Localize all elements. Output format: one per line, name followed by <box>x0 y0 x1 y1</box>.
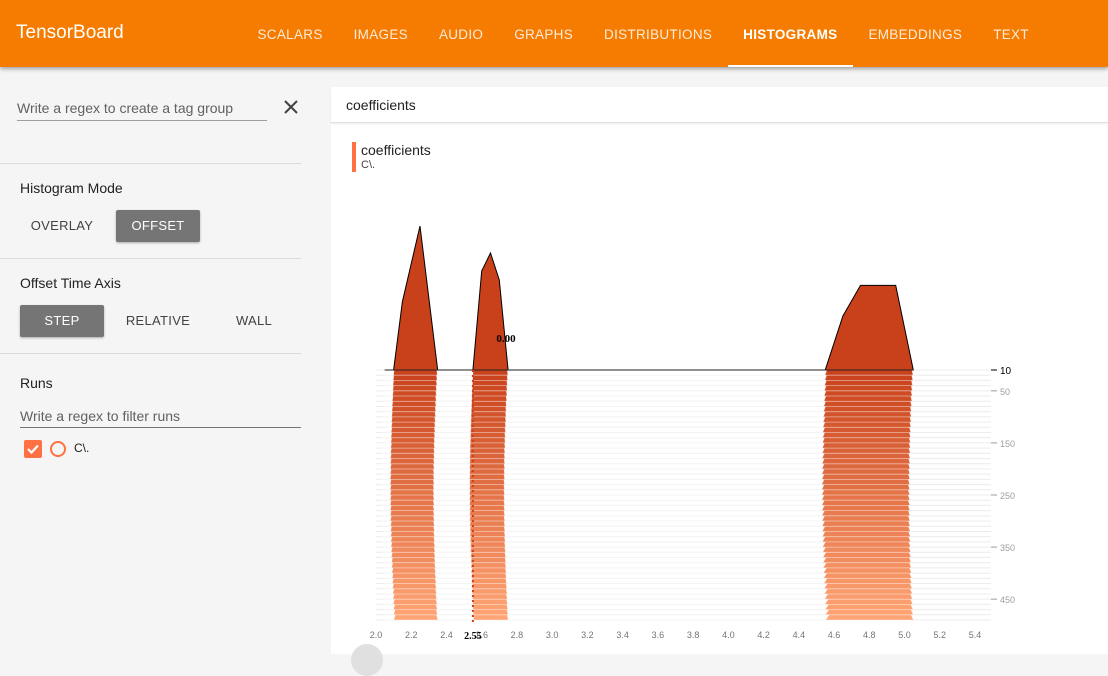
close-icon[interactable] <box>281 97 301 117</box>
x-tick-label: 4.0 <box>722 630 735 640</box>
tab-histograms[interactable]: HISTOGRAMS <box>727 0 854 67</box>
nav-tabs: SCALARS IMAGES AUDIO GRAPHS DISTRIBUTION… <box>242 0 1044 67</box>
run-color-radio[interactable] <box>50 441 66 457</box>
step-tick-label: 150 <box>1000 439 1015 449</box>
histogram-mode-title: Histogram Mode <box>20 180 123 196</box>
tag-group-regex-input[interactable] <box>17 96 267 121</box>
step-tick-label: 10 <box>1000 366 1012 377</box>
step-tick-label: 50 <box>1000 387 1010 397</box>
step-tick-label: 250 <box>1000 491 1015 501</box>
step-button[interactable]: STEP <box>20 305 104 337</box>
step-tick-label: 450 <box>1000 595 1015 605</box>
x-tick-label: 5.0 <box>898 630 911 640</box>
run-checkbox[interactable] <box>24 440 42 458</box>
runs-filter-input[interactable] <box>20 405 301 428</box>
x-tick-label: 5.4 <box>969 630 982 640</box>
app-title: TensorBoard <box>16 22 124 43</box>
tab-scalars[interactable]: SCALARS <box>242 0 338 67</box>
x-tick-label: 4.8 <box>863 630 876 640</box>
tab-text[interactable]: TEXT <box>978 0 1045 67</box>
histogram-chart[interactable]: 2.0 2.2 2.4 2.6 2.8 3.0 3.2 3.4 3.6 3.8 4.0 4.2 4.4 4… <box>331 87 1108 654</box>
runs-title: Runs <box>20 375 53 391</box>
x-tick-label: 3.6 <box>652 630 665 640</box>
relative-button[interactable]: RELATIVE <box>116 305 200 337</box>
checkmark-icon <box>27 444 39 455</box>
hover-x-label: 2.55 <box>464 631 482 642</box>
tab-graphs[interactable]: GRAPHS <box>499 0 589 67</box>
tab-images[interactable]: IMAGES <box>338 0 423 67</box>
tab-audio[interactable]: AUDIO <box>423 0 498 67</box>
x-tick-label: 2.2 <box>405 630 418 640</box>
tab-embeddings[interactable]: EMBEDDINGS <box>853 0 978 67</box>
x-tick-label: 4.4 <box>793 630 806 640</box>
expand-button[interactable] <box>351 644 383 676</box>
x-tick-label: 4.6 <box>828 630 841 640</box>
x-tick-label: 5.2 <box>934 630 947 640</box>
front-histogram-area <box>384 225 914 371</box>
sidebar: Histogram Mode OVERLAY OFFSET Offset Tim… <box>0 67 318 654</box>
x-tick-label: 3.8 <box>687 630 700 640</box>
divider <box>0 353 301 354</box>
x-tick-label: 2.4 <box>440 630 453 640</box>
x-tick-label: 3.0 <box>546 630 559 640</box>
overlay-button[interactable]: OVERLAY <box>20 210 104 242</box>
divider <box>0 163 301 164</box>
x-tick-label: 2.8 <box>511 630 524 640</box>
run-name: C\. <box>74 441 90 455</box>
offset-button[interactable]: OFFSET <box>116 210 200 242</box>
histogram-card: coefficients coefficients C\. 2.0 2.2 2.4 2… <box>331 87 1108 676</box>
hover-value-label: 0.00 <box>496 333 516 345</box>
wall-button[interactable]: WALL <box>212 305 296 337</box>
divider <box>0 258 301 259</box>
step-tick-label: 350 <box>1000 543 1015 553</box>
x-tick-label: 2.0 <box>370 630 383 640</box>
x-tick-label: 3.4 <box>616 630 629 640</box>
x-tick-label: 3.2 <box>581 630 594 640</box>
x-tick-label: 4.2 <box>757 630 770 640</box>
top-app-bar: TensorBoard SCALARS IMAGES AUDIO GRAPHS … <box>0 0 1108 67</box>
tab-distributions[interactable]: DISTRIBUTIONS <box>589 0 728 67</box>
offset-time-axis-title: Offset Time Axis <box>20 275 121 291</box>
